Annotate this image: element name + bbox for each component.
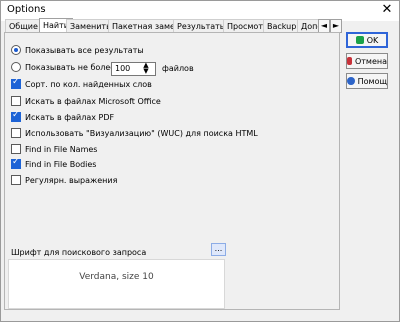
checkbox-icon	[11, 175, 21, 185]
checkbox-icon	[11, 96, 21, 106]
checkbox-label: Сорт. по кол. найденных слов	[25, 79, 152, 89]
font-label: Шрифт для поискового запроса	[11, 248, 147, 257]
checkbox-checked-icon	[11, 77, 21, 89]
tab-backup[interactable]: Backup	[263, 19, 301, 33]
check-search-office[interactable]: Искать в файлах Microsoft Office	[11, 95, 161, 107]
checkbox-label: Find in File Names	[25, 144, 98, 154]
font-picker-button[interactable]: ...	[211, 243, 226, 256]
find-settings-panel: Показывать все результаты Показывать не …	[4, 32, 340, 310]
checkbox-checked-icon	[11, 110, 21, 122]
checkbox-label: Регулярн. выражения	[25, 175, 118, 185]
radio-icon	[11, 62, 21, 72]
radio-selected-icon	[11, 45, 21, 55]
spin-down-icon[interactable]: ▼	[141, 68, 151, 75]
checkmark-icon	[355, 36, 364, 44]
checkbox-label: Использовать "Визуализацию" (WUC) для по…	[25, 128, 258, 138]
check-find-bodies[interactable]: Find in File Bodies	[11, 157, 97, 170]
check-find-names[interactable]: Find in File Names	[11, 143, 97, 155]
help-button-label: Помощ	[357, 76, 387, 86]
cancel-button-label: Отмена	[354, 56, 387, 66]
limit-unit: файлов	[162, 64, 194, 73]
radio-show-limit-label: Показывать не более	[25, 62, 116, 72]
ok-button-label: OK	[366, 35, 379, 45]
check-regex[interactable]: Регулярн. выражения	[11, 174, 117, 186]
radio-show-limit[interactable]: Показывать не более	[11, 61, 115, 73]
close-icon[interactable]: ✕	[379, 2, 395, 18]
font-preview-text: Verdana, size 10	[79, 272, 154, 282]
limit-spinner[interactable]: ▲ ▼	[141, 62, 151, 75]
checkbox-label: Искать в файлах PDF	[25, 112, 115, 122]
help-icon	[347, 77, 355, 85]
options-window: Options ✕ Общие Найти Заменить Пакетная …	[0, 0, 400, 322]
tab-strip: Общие Найти Заменить Пакетная замена Рез…	[5, 18, 338, 33]
font-preview: Verdana, size 10	[8, 259, 225, 309]
checkbox-icon	[11, 144, 21, 154]
radio-show-all-label: Показывать все результаты	[25, 45, 144, 55]
checkbox-icon	[11, 128, 21, 138]
check-sort-by-count[interactable]: Сорт. по кол. найденных слов	[11, 77, 152, 90]
check-search-pdf[interactable]: Искать в файлах PDF	[11, 110, 115, 123]
window-title: Options	[7, 4, 46, 15]
cancel-x-icon	[347, 57, 352, 65]
tab-scroll-left-icon[interactable]: ◄	[318, 19, 330, 33]
checkbox-label: Искать в файлах Microsoft Office	[25, 96, 161, 106]
check-use-wuc[interactable]: Использовать "Визуализацию" (WUC) для по…	[11, 127, 258, 139]
radio-show-all[interactable]: Показывать все результаты	[11, 44, 144, 56]
checkbox-checked-icon	[11, 157, 21, 169]
tab-general[interactable]: Общие	[5, 19, 42, 33]
tab-scroll-right-icon[interactable]: ►	[330, 19, 342, 33]
ok-button[interactable]: OK	[346, 32, 388, 48]
cancel-button[interactable]: Отмена	[346, 53, 388, 69]
help-button[interactable]: Помощ	[346, 73, 388, 89]
checkbox-label: Find in File Bodies	[25, 159, 97, 169]
tab-results[interactable]: Результаты	[173, 19, 231, 33]
